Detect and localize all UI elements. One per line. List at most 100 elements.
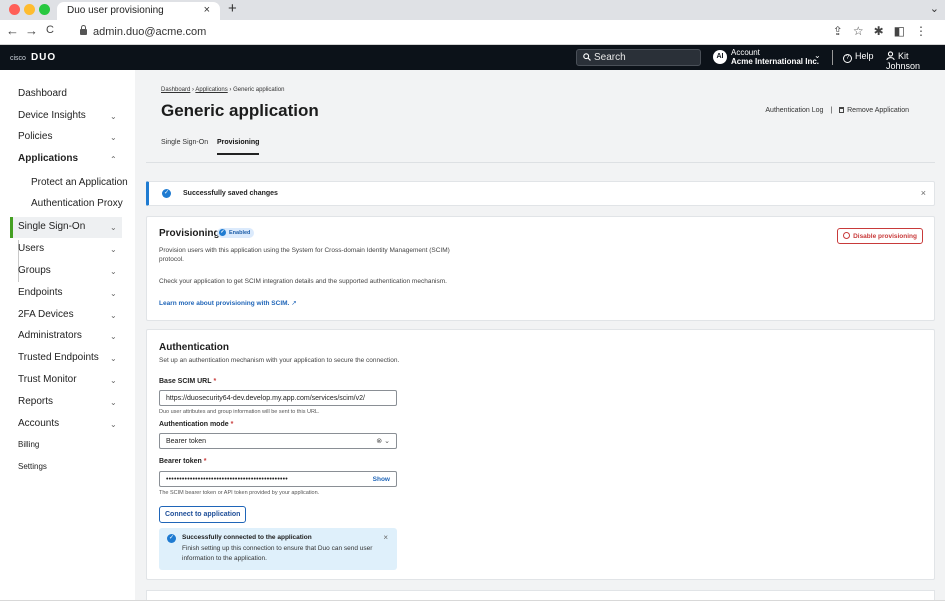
- account-name: Acme International Inc.: [731, 57, 820, 66]
- remove-application-button[interactable]: Remove Application: [839, 107, 909, 114]
- show-token-button[interactable]: Show: [373, 476, 390, 483]
- new-tab-icon[interactable]: +: [228, 0, 237, 17]
- search-icon: [583, 53, 591, 61]
- sidebar-item-label: 2FA Devices: [18, 309, 74, 320]
- sidebar-item-label: Settings: [18, 462, 47, 471]
- sidebar-item-label: Reports: [18, 396, 54, 407]
- help-button[interactable]: ? Help: [843, 51, 874, 63]
- sidebar-item-label: Authentication Proxy: [31, 198, 123, 209]
- auth-mode-value: Bearer token: [166, 438, 207, 445]
- help-icon: ?: [843, 54, 852, 63]
- provisioning-card: Provisioning ✓ Enabled Provision users wi…: [146, 216, 935, 321]
- cisco-wordmark: cisco: [10, 55, 26, 62]
- breadcrumb-dashboard[interactable]: Dashboard: [161, 87, 190, 93]
- browser-tab-title: Duo user provisioning: [67, 5, 164, 16]
- user-menu-button[interactable]: Kit Johnson: [886, 51, 945, 71]
- help-label: Help: [855, 51, 874, 61]
- lock-icon: [80, 25, 87, 35]
- connect-application-button[interactable]: Connect to application: [159, 506, 247, 523]
- duo-logo[interactable]: cisco DUO: [10, 52, 56, 63]
- chevron-down-icon: ⌄: [110, 289, 117, 298]
- select-controls: ⊗ ⌄: [376, 437, 390, 445]
- chevron-down-icon: ⌄: [110, 354, 117, 363]
- success-title: Successfully connected to the applicatio…: [182, 534, 312, 541]
- sidebar-item-label: Policies: [18, 131, 53, 142]
- sidebar-item-label: Single Sign-On: [18, 221, 86, 232]
- sidebar-item-label: Accounts: [18, 418, 60, 429]
- bearer-token-value: ••••••••••••••••••••••••••••••••••••••••…: [166, 476, 288, 483]
- disable-provisioning-label: Disable provisioning: [853, 233, 917, 240]
- sidebar-item-label: Users: [18, 243, 45, 254]
- back-icon[interactable]: ←: [6, 23, 19, 38]
- bearer-token-input[interactable]: ••••••••••••••••••••••••••••••••••••••••…: [159, 471, 397, 487]
- browser-toolbar-icons[interactable]: ⇪☆✱◧⋮: [833, 24, 937, 38]
- authentication-description: Set up an authentication mechanism with …: [159, 357, 400, 364]
- required-marker: *: [213, 378, 217, 385]
- sidebar-item-label: Administrators: [18, 330, 82, 341]
- forward-icon[interactable]: →: [25, 23, 38, 38]
- trash-icon: [839, 107, 845, 113]
- chevron-down-icon: ⌄: [110, 267, 117, 276]
- maximize-window-dot[interactable]: [39, 4, 50, 15]
- active-tab-underline: [217, 153, 259, 155]
- disable-provisioning-button[interactable]: Disable provisioning: [837, 228, 923, 244]
- close-window-dot[interactable]: [9, 4, 20, 15]
- chevron-down-icon[interactable]: ⌄: [384, 438, 390, 445]
- sidebar-item-label: Trusted Endpoints: [18, 352, 99, 363]
- tab-provisioning[interactable]: Provisioning: [217, 139, 259, 146]
- tab-single-sign-on[interactable]: Single Sign-On: [161, 139, 208, 146]
- header-divider: [146, 162, 935, 163]
- browser-tab[interactable]: Duo user provisioning ×: [57, 2, 220, 20]
- toast-message: Successfully saved changes: [183, 190, 278, 197]
- bearer-token-help: The SCIM bearer token or API token provi…: [159, 490, 320, 496]
- sidebar-item-label: Dashboard: [18, 88, 67, 99]
- authentication-card: Authentication Set up an authentication …: [146, 329, 935, 580]
- base-url-help: Duo user attributes and group informatio…: [159, 409, 320, 415]
- breadcrumb-separator: ›: [229, 87, 232, 93]
- account-avatar[interactable]: AI: [713, 50, 727, 64]
- auth-mode-label: Authentication mode *: [159, 421, 233, 428]
- auth-mode-select[interactable]: Bearer token ⊗ ⌄: [159, 433, 397, 449]
- authentication-title: Authentication: [159, 342, 229, 353]
- bearer-token-label: Bearer token *: [159, 458, 207, 465]
- check-circle-icon: ✓: [167, 534, 176, 543]
- browser-tab-bar: Duo user provisioning × + ⌄: [0, 0, 945, 20]
- breadcrumb-current: Generic application: [233, 87, 285, 93]
- learn-more-link[interactable]: Learn more about provisioning with SCIM.…: [159, 299, 297, 307]
- sidebar-item-label: Billing: [18, 440, 40, 449]
- close-icon[interactable]: ×: [383, 533, 388, 542]
- top-navigation: cisco DUO Search AI Account Acme Internat…: [0, 45, 945, 71]
- tab-close-icon[interactable]: ×: [204, 4, 210, 16]
- provisioning-instructions: Check your application to get SCIM integ…: [159, 278, 447, 285]
- sidebar-item-label: Endpoints: [18, 287, 63, 298]
- minimize-window-dot[interactable]: [24, 4, 35, 15]
- chevron-down-icon: ⌄: [110, 332, 117, 341]
- sidebar-item-label: Applications: [18, 153, 79, 164]
- chevron-down-icon: ⌄: [110, 311, 117, 320]
- sidebar-item-label: Protect an Application: [31, 177, 128, 188]
- chevron-up-icon: ⌃: [110, 155, 117, 164]
- account-switcher[interactable]: Account Acme International Inc.: [731, 48, 819, 66]
- search-placeholder: Search: [594, 52, 626, 63]
- external-link-icon: ↗: [291, 300, 297, 307]
- close-icon[interactable]: ×: [921, 188, 926, 198]
- nav-divider: [832, 50, 833, 65]
- base-url-label: Base SCIM URL *: [159, 378, 216, 385]
- chevron-down-icon: ⌄: [110, 420, 117, 429]
- authentication-log-link[interactable]: Authentication Log: [765, 107, 823, 114]
- window-bottom-edge: [0, 600, 945, 610]
- url-field[interactable]: admin.duo@acme.com: [80, 25, 206, 38]
- base-url-input[interactable]: https://duosecurity64-dev.develop.my.app…: [159, 390, 397, 406]
- duo-wordmark: DUO: [30, 52, 57, 63]
- clear-icon[interactable]: ⊗: [376, 438, 382, 445]
- reload-icon[interactable]: C: [46, 24, 54, 36]
- page-title: Generic application: [161, 101, 319, 120]
- provisioning-title: Provisioning: [159, 228, 220, 239]
- block-icon: [843, 232, 851, 239]
- sidebar-item-label: Groups: [18, 265, 51, 276]
- connection-success-alert: ✓ Successfully connected to the applicat…: [159, 528, 397, 570]
- chevron-down-icon[interactable]: ⌄: [814, 51, 821, 60]
- breadcrumb-applications[interactable]: Applications: [195, 87, 227, 93]
- tab-list-chevron-icon[interactable]: ⌄: [930, 2, 939, 15]
- search-input[interactable]: Search: [576, 49, 701, 66]
